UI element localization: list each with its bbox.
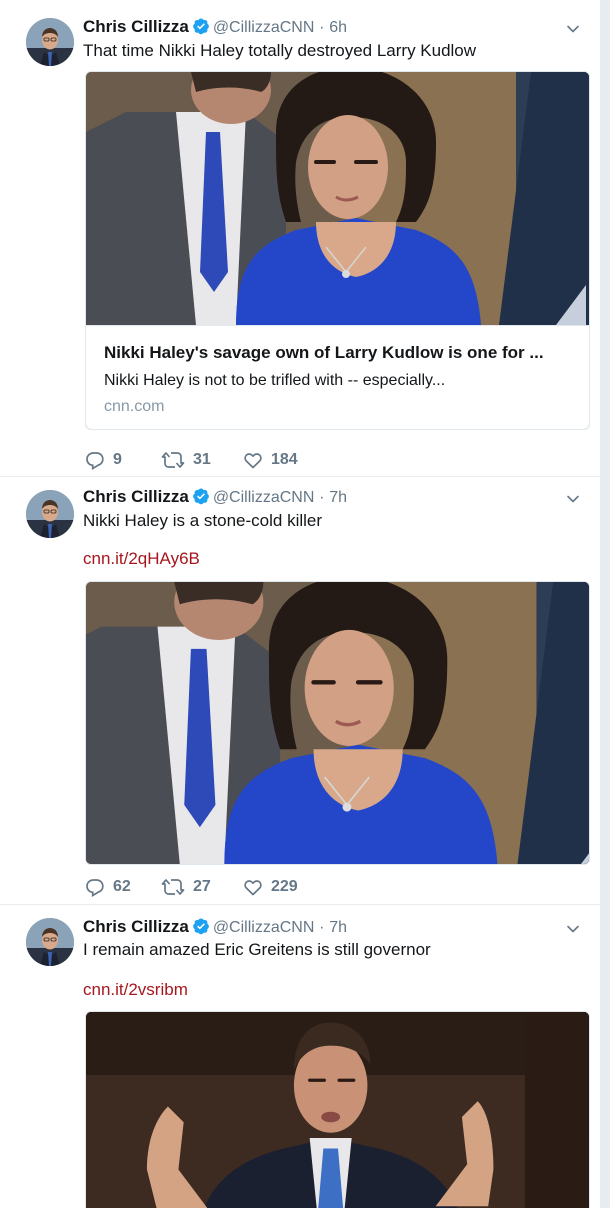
tweet[interactable]: Chris Cillizza @CillizzaCNN · 7h Nikki Ha… bbox=[0, 477, 600, 905]
verified-badge-icon bbox=[192, 487, 210, 505]
author-handle[interactable]: @CillizzaCNN bbox=[213, 19, 315, 36]
retweet-button[interactable]: 31 bbox=[161, 450, 243, 470]
like-button[interactable]: 229 bbox=[243, 877, 319, 897]
reply-icon bbox=[85, 450, 105, 470]
reply-button[interactable]: 9 bbox=[85, 450, 161, 470]
avatar-image bbox=[26, 918, 74, 966]
author-name[interactable]: Chris Cillizza bbox=[83, 917, 189, 936]
tweet-text: I remain amazed Eric Greitens is still g… bbox=[83, 940, 431, 959]
separator-dot: · bbox=[319, 919, 325, 936]
reply-count: 9 bbox=[113, 451, 122, 468]
avatar[interactable] bbox=[26, 490, 74, 538]
retweet-count: 27 bbox=[193, 878, 211, 895]
avatar[interactable] bbox=[26, 18, 74, 66]
heart-icon bbox=[243, 450, 263, 470]
reply-button[interactable]: 62 bbox=[85, 877, 161, 897]
tweet-header: Chris Cillizza @CillizzaCNN · 7h bbox=[83, 916, 347, 939]
verified-badge-icon bbox=[192, 17, 210, 35]
like-count: 184 bbox=[271, 451, 298, 468]
reply-count: 62 bbox=[113, 878, 131, 895]
chevron-down-icon[interactable] bbox=[566, 492, 580, 506]
retweet-count: 31 bbox=[193, 451, 211, 468]
card-title: Nikki Haley's savage own of Larry Kudlow… bbox=[104, 343, 544, 362]
separator-dot: · bbox=[319, 489, 325, 506]
author-name[interactable]: Chris Cillizza bbox=[83, 487, 189, 506]
tweet-actions: 62 27 229 bbox=[85, 876, 319, 898]
tweet-timestamp[interactable]: 7h bbox=[329, 919, 347, 936]
like-count: 229 bbox=[271, 878, 298, 895]
tweet-text: That time Nikki Haley totally destroyed … bbox=[83, 41, 477, 60]
tweet-header: Chris Cillizza @CillizzaCNN · 7h bbox=[83, 486, 347, 509]
tweet-timestamp[interactable]: 7h bbox=[329, 489, 347, 506]
tweet-link[interactable]: cnn.it/2qHAy6B bbox=[83, 549, 200, 569]
like-button[interactable]: 184 bbox=[243, 450, 319, 470]
avatar[interactable] bbox=[26, 918, 74, 966]
verified-badge-icon bbox=[192, 917, 210, 935]
author-handle[interactable]: @CillizzaCNN bbox=[213, 919, 315, 936]
retweet-button[interactable]: 27 bbox=[161, 877, 243, 897]
tweet-timestamp[interactable]: 6h bbox=[329, 19, 347, 36]
reply-icon bbox=[85, 877, 105, 897]
media-image bbox=[86, 1012, 589, 1208]
separator-dot: · bbox=[319, 19, 325, 36]
tweet-text: Nikki Haley is a stone-cold killer bbox=[83, 511, 323, 530]
tweet-header: Chris Cillizza @CillizzaCNN · 6h bbox=[83, 16, 347, 39]
tweet[interactable]: Chris Cillizza @CillizzaCNN · 6h That tim… bbox=[0, 0, 600, 477]
tweet-media[interactable] bbox=[85, 581, 590, 865]
author-name[interactable]: Chris Cillizza bbox=[83, 17, 189, 36]
retweet-icon bbox=[161, 450, 185, 470]
card-domain: cnn.com bbox=[104, 398, 165, 415]
heart-icon bbox=[243, 877, 263, 897]
retweet-icon bbox=[161, 877, 185, 897]
card-body: Nikki Haley's savage own of Larry Kudlow… bbox=[86, 325, 589, 429]
chevron-down-icon[interactable] bbox=[566, 22, 580, 36]
media-image bbox=[86, 582, 589, 864]
avatar-image bbox=[26, 490, 74, 538]
link-card[interactable]: Nikki Haley's savage own of Larry Kudlow… bbox=[85, 71, 590, 430]
avatar-image bbox=[26, 18, 74, 66]
author-handle[interactable]: @CillizzaCNN bbox=[213, 489, 315, 506]
card-image bbox=[86, 72, 589, 325]
tweet[interactable]: Chris Cillizza @CillizzaCNN · 7h I remain… bbox=[0, 905, 600, 1208]
chevron-down-icon[interactable] bbox=[566, 922, 580, 936]
timeline: Chris Cillizza @CillizzaCNN · 6h That tim… bbox=[0, 0, 601, 1208]
tweet-media[interactable] bbox=[85, 1011, 590, 1208]
tweet-link[interactable]: cnn.it/2vsribm bbox=[83, 980, 188, 1000]
card-description: Nikki Haley is not to be trifled with --… bbox=[104, 372, 446, 389]
tweet-actions: 9 31 184 bbox=[85, 449, 319, 471]
